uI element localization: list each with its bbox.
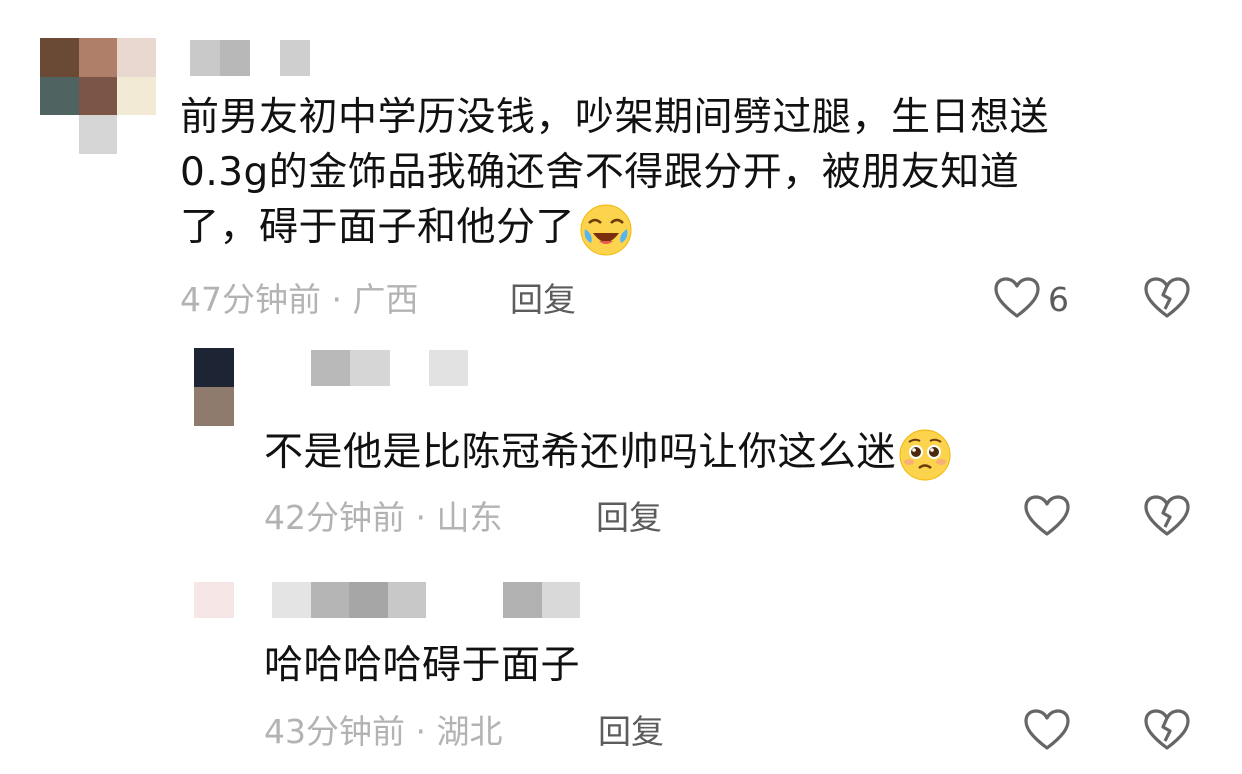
reply-button[interactable]: 回复 xyxy=(598,712,664,752)
heart-outline-icon[interactable] xyxy=(993,276,1041,320)
crying-laughing-emoji xyxy=(579,203,633,257)
username-blurred[interactable] xyxy=(190,40,310,76)
broken-heart-icon[interactable] xyxy=(1143,494,1191,538)
comment-meta: 42分钟前 · 山东 xyxy=(264,498,503,537)
avatar[interactable] xyxy=(194,582,234,618)
avatar[interactable] xyxy=(40,38,156,154)
comment-text: 前男友初中学历没钱，吵架期间劈过腿，生日想送 0.3g的金饰品我确还舍不得跟分开… xyxy=(180,90,1200,257)
username-blurred[interactable] xyxy=(272,350,468,386)
comment-text: 不是他是比陈冠希还帅吗让你这么迷 xyxy=(264,425,1164,482)
comment-meta: 47分钟前 · 广西 xyxy=(180,280,419,319)
broken-heart-icon[interactable] xyxy=(1143,276,1191,320)
broken-heart-icon[interactable] xyxy=(1143,708,1191,752)
comment-meta: 43分钟前 · 湖北 xyxy=(264,712,503,751)
heart-outline-icon[interactable] xyxy=(1023,494,1071,538)
comment-text: 哈哈哈哈碍于面子 xyxy=(264,643,581,688)
reply-button[interactable]: 回复 xyxy=(596,498,662,538)
avatar[interactable] xyxy=(194,348,234,426)
username-blurred[interactable] xyxy=(272,582,580,618)
heart-outline-icon[interactable] xyxy=(1023,708,1071,752)
reply-button[interactable]: 回复 xyxy=(510,280,576,320)
like-count: 6 xyxy=(1048,280,1069,319)
pleading-face-emoji xyxy=(898,428,952,482)
